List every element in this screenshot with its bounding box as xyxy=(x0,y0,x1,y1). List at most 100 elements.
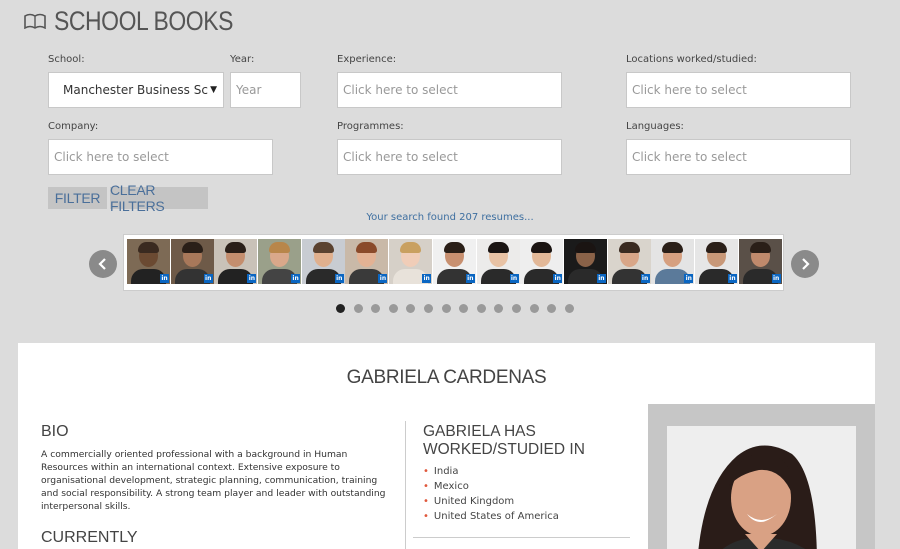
carousel-prev-button[interactable] xyxy=(89,250,117,278)
profile-thumbnail[interactable]: in xyxy=(345,239,389,284)
profile-thumbnail[interactable]: in xyxy=(651,239,695,284)
company-placeholder: Click here to select xyxy=(54,150,169,164)
locations-placeholder: Click here to select xyxy=(632,83,747,97)
location-item: • United States of America xyxy=(423,509,559,524)
experience-placeholder: Click here to select xyxy=(343,83,458,97)
locations-label: Locations worked/studied: xyxy=(626,54,757,65)
locations-select[interactable]: Click here to select xyxy=(626,72,851,108)
year-placeholder: Year xyxy=(236,83,262,97)
profile-thumbnail[interactable]: in xyxy=(563,239,607,284)
pagination-dot[interactable] xyxy=(476,304,486,313)
page-header: SCHOOL BOOKS xyxy=(24,4,265,38)
thumbnail-hair xyxy=(487,242,509,253)
bio-heading: BIO xyxy=(41,423,69,440)
profile-carousel: in in in in in in in in in in in in in in in xyxy=(123,234,784,291)
linkedin-icon: in xyxy=(640,274,650,283)
programmes-placeholder: Click here to select xyxy=(343,150,458,164)
profile-thumbnail[interactable]: in xyxy=(476,239,520,284)
profile-thumbnail[interactable]: in xyxy=(607,239,651,284)
location-item: • Mexico xyxy=(423,479,559,494)
company-select[interactable]: Click here to select xyxy=(48,139,273,175)
profile-thumbnail[interactable]: in xyxy=(432,239,476,284)
school-select[interactable]: Manchester Business Sc ▼ xyxy=(48,72,224,108)
linkedin-icon: in xyxy=(771,274,781,283)
thumbnail-hair xyxy=(356,242,378,253)
thumbnail-hair xyxy=(269,242,291,253)
pagination-dot[interactable] xyxy=(371,304,381,313)
linkedin-icon: in xyxy=(553,274,563,283)
location-label: United States of America xyxy=(433,511,559,522)
pagination-dot[interactable] xyxy=(441,304,451,313)
year-input[interactable]: Year xyxy=(230,72,301,108)
linkedin-icon: in xyxy=(684,274,694,283)
year-label: Year: xyxy=(230,54,255,65)
filter-button[interactable]: FILTER xyxy=(48,187,107,209)
profile-thumbnail[interactable]: in xyxy=(301,239,345,284)
location-label: Mexico xyxy=(433,481,469,492)
pagination-dot[interactable] xyxy=(529,304,539,313)
thumbnail-hair xyxy=(181,242,203,253)
page-title: SCHOOL BOOKS xyxy=(54,5,233,36)
linkedin-icon: in xyxy=(378,274,388,283)
programmes-select[interactable]: Click here to select xyxy=(337,139,562,175)
dropdown-arrow-icon: ▼ xyxy=(210,85,217,95)
thumbnail-hair xyxy=(618,242,640,253)
profile-photo xyxy=(667,426,856,549)
languages-select[interactable]: Click here to select xyxy=(626,139,851,175)
bullet-icon: • xyxy=(423,481,429,492)
pagination-dot[interactable] xyxy=(388,304,398,313)
pagination-dot[interactable] xyxy=(406,304,416,313)
thumbnail-hair xyxy=(225,242,247,253)
linkedin-icon: in xyxy=(247,274,257,283)
thumbnail-hair xyxy=(574,242,596,253)
languages-placeholder: Click here to select xyxy=(632,150,747,164)
bio-text: A commercially oriented professional wit… xyxy=(41,449,386,512)
location-item: • United Kingdom xyxy=(423,494,559,509)
book-icon xyxy=(24,13,46,29)
chevron-left-icon xyxy=(98,258,106,270)
pagination-dot[interactable] xyxy=(336,304,345,313)
thumbnail-hair xyxy=(705,242,727,253)
linkedin-icon: in xyxy=(596,274,606,283)
programmes-label: Programmes: xyxy=(337,121,404,132)
pagination-dot[interactable] xyxy=(494,304,504,313)
location-label: India xyxy=(433,466,459,477)
bullet-icon: • xyxy=(423,511,429,522)
worked-heading: GABRIELA HAS WORKED/STUDIED IN xyxy=(423,423,585,458)
pagination-dot[interactable] xyxy=(423,304,433,313)
results-count[interactable]: Your search found 207 resumes... xyxy=(0,212,900,223)
pagination-dot[interactable] xyxy=(511,304,521,313)
section-divider xyxy=(413,537,630,538)
thumbnail-hair xyxy=(662,242,684,253)
pagination-dot[interactable] xyxy=(459,304,469,313)
profile-thumbnail[interactable]: in xyxy=(738,239,782,284)
profile-thumbnail[interactable]: in xyxy=(258,239,302,284)
profile-thumbnail[interactable]: in xyxy=(520,239,564,284)
school-label: School: xyxy=(48,54,85,65)
profile-photo-frame xyxy=(648,404,875,549)
experience-label: Experience: xyxy=(337,54,397,65)
profile-thumbnail[interactable]: in xyxy=(389,239,433,284)
pagination-dot[interactable] xyxy=(547,304,557,313)
carousel-pagination xyxy=(336,304,574,313)
location-item: • India xyxy=(423,464,559,479)
profile-thumbnail[interactable]: in xyxy=(127,239,170,284)
pagination-dot[interactable] xyxy=(353,304,363,313)
thumbnail-hair xyxy=(400,242,422,253)
languages-label: Languages: xyxy=(626,121,684,132)
linkedin-icon: in xyxy=(465,274,475,283)
profile-thumbnail[interactable]: in xyxy=(170,239,214,284)
clear-filters-button[interactable]: CLEAR FILTERS xyxy=(110,182,208,214)
profile-thumbnail[interactable]: in xyxy=(694,239,738,284)
linkedin-icon: in xyxy=(727,274,737,283)
bullet-icon: • xyxy=(423,466,429,477)
pagination-dot[interactable] xyxy=(564,304,574,313)
linkedin-icon: in xyxy=(203,274,213,283)
linkedin-icon: in xyxy=(422,274,432,283)
carousel-next-button[interactable] xyxy=(791,250,819,278)
bullet-icon: • xyxy=(423,496,429,507)
location-label: United Kingdom xyxy=(433,496,515,507)
thumbnail-hair xyxy=(138,242,159,253)
experience-select[interactable]: Click here to select xyxy=(337,72,562,108)
profile-thumbnail[interactable]: in xyxy=(214,239,258,284)
